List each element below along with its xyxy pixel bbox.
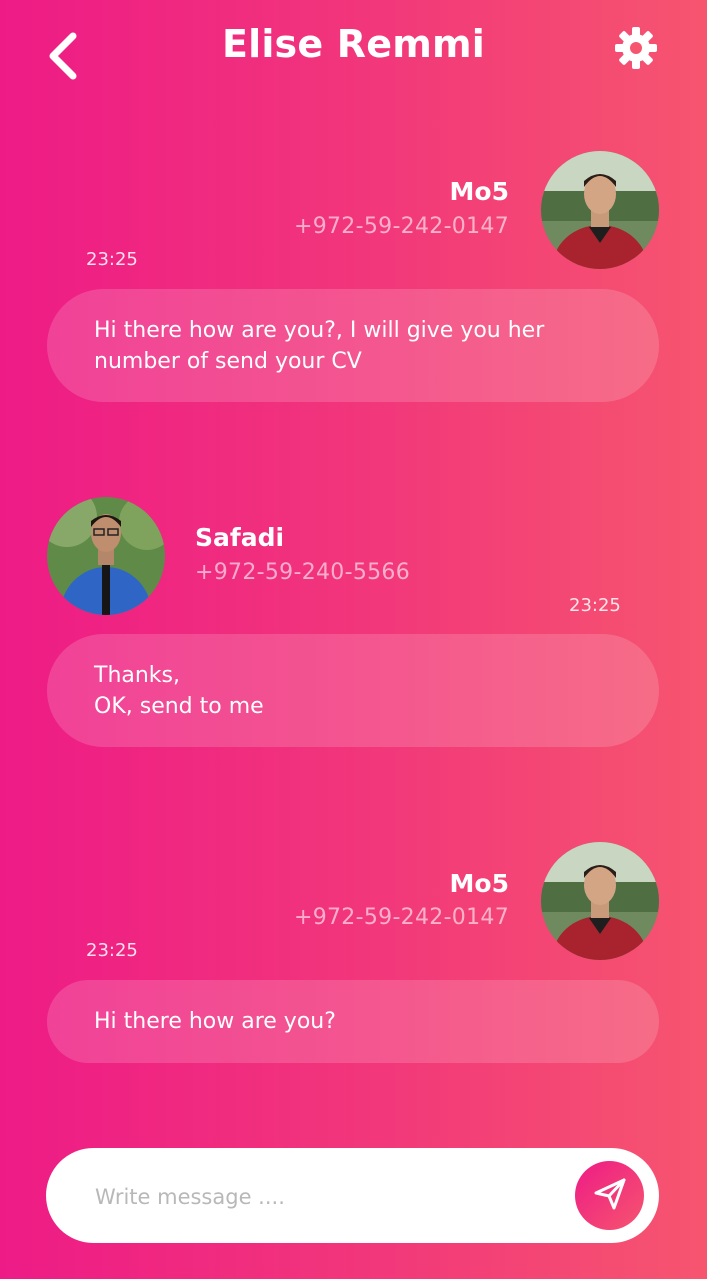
message-time: 23:25 [86,940,138,961]
sender-name: Safadi [195,523,285,552]
avatar [47,497,165,615]
message-bubble: Hi there how are you?, I will give you h… [47,289,659,402]
avatar [541,842,659,960]
gear-icon [614,26,658,74]
paper-plane-icon [592,1176,628,1216]
message-text: Hi there how are you? [94,1009,336,1034]
message-text: Thanks, OK, send to me [94,662,264,719]
chat-screen: Elise Remmi Mo5 +972-59-242-0147 23:25 H… [0,0,707,1279]
message-bubble: Thanks, OK, send to me [47,634,659,747]
page-title: Elise Remmi [221,22,486,66]
message-text: Hi there how are you?, I will give you h… [94,317,545,374]
message-composer [46,1148,659,1243]
sender-phone: +972-59-240-5566 [195,560,411,585]
message-input[interactable] [93,1176,557,1218]
send-button[interactable] [575,1161,644,1230]
sender-phone: +972-59-242-0147 [293,214,509,239]
message-time: 23:25 [569,595,621,616]
sender-name: Mo5 [449,869,509,898]
message-time: 23:25 [86,249,138,270]
settings-button[interactable] [610,24,662,76]
sender-phone: +972-59-242-0147 [293,905,509,930]
sender-name: Mo5 [449,177,509,206]
message-bubble: Hi there how are you? [47,980,659,1063]
avatar [541,151,659,269]
